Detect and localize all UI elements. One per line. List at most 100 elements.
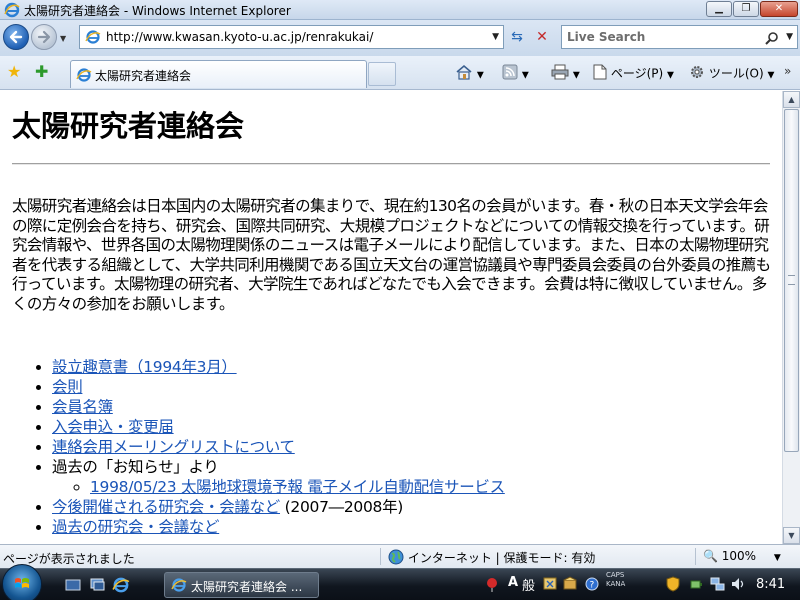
- feeds-dropdown-icon[interactable]: ▼: [522, 71, 529, 81]
- grip-icon: [788, 275, 795, 285]
- home-button[interactable]: ▼: [455, 64, 484, 84]
- list-item: 連絡会用メーリングリストについて: [52, 437, 772, 457]
- zoom-icon: 🔍: [703, 549, 718, 563]
- back-button[interactable]: [3, 24, 29, 50]
- stop-icon: ✕: [536, 29, 548, 45]
- switch-windows-icon[interactable]: [88, 576, 106, 594]
- tools-dropdown-icon: ▼: [767, 70, 775, 81]
- ime-tools-icon[interactable]: [562, 575, 578, 593]
- taskbar-window-button[interactable]: 太陽研究者連絡会 ...: [164, 572, 319, 598]
- list-item: 設立趣意書（1994年3月）: [52, 357, 772, 377]
- shield-icon[interactable]: [665, 575, 681, 593]
- tools-menu[interactable]: ツール(O) ▼: [689, 64, 774, 84]
- page-content: 太陽研究者連絡会 太陽研究者連絡会は日本国内の太陽研究者の集まりで、現在約130…: [0, 91, 782, 544]
- gear-icon: [689, 64, 705, 84]
- refresh-button[interactable]: ⇆: [506, 26, 528, 48]
- network-icon[interactable]: [710, 575, 726, 593]
- link-mailing-list[interactable]: 連絡会用メーリングリストについて: [52, 438, 295, 456]
- zone-text: インターネット | 保護モード: 有効: [407, 551, 596, 565]
- tab-label: 太陽研究者連絡会: [95, 69, 192, 83]
- home-icon: [455, 64, 473, 84]
- taskbar: 太陽研究者連絡会 ... A 般 ? CAPS KANA 8:41: [0, 564, 800, 600]
- window-title: 太陽研究者連絡会 - Windows Internet Explorer: [24, 4, 291, 18]
- page-title: 太陽研究者連絡会: [12, 109, 245, 143]
- scroll-up-button[interactable]: ▲: [783, 91, 800, 108]
- history-dropdown-icon[interactable]: ▼: [60, 34, 66, 43]
- tab-current[interactable]: 太陽研究者連絡会: [70, 60, 367, 88]
- link-rules[interactable]: 会則: [52, 378, 83, 396]
- ime-pad-icon[interactable]: [542, 575, 558, 593]
- language-bar-icon[interactable]: [484, 575, 500, 593]
- rss-icon: [502, 64, 518, 84]
- star-icon[interactable]: ★: [7, 64, 21, 80]
- zoom-control[interactable]: 🔍 100% ▼: [703, 549, 781, 563]
- clock[interactable]: 8:41: [756, 577, 785, 592]
- close-button[interactable]: ✕: [760, 1, 798, 17]
- new-tab-button[interactable]: [368, 62, 396, 86]
- address-bar[interactable]: http://www.kwasan.kyoto-u.ac.jp/renrakuk…: [79, 25, 504, 49]
- url-text: http://www.kwasan.kyoto-u.ac.jp/renrakuk…: [106, 30, 374, 44]
- divider: [12, 163, 770, 165]
- page-menu[interactable]: ページ(P) ▼: [593, 64, 674, 84]
- add-favorite-icon[interactable]: ✚: [35, 64, 48, 80]
- vertical-scrollbar[interactable]: ▲ ▼: [782, 91, 800, 544]
- link-past-meetings[interactable]: 過去の研究会・会議など: [52, 518, 220, 536]
- ie-logo-icon: [4, 2, 20, 18]
- link-prospectus[interactable]: 設立趣意書（1994年3月）: [52, 358, 237, 376]
- windows-logo-icon: [14, 576, 30, 592]
- page-menu-label: ページ(P): [610, 66, 664, 81]
- link-list: 設立趣意書（1994年3月） 会則 会員名簿 入会申込・変更届 連絡会用メーリン…: [12, 357, 772, 537]
- title-bar: 太陽研究者連絡会 - Windows Internet Explorer ▁ ❐…: [0, 0, 800, 20]
- refresh-icon: ⇆: [511, 29, 523, 45]
- ie-tab-icon: [76, 67, 92, 87]
- list-item: 会員名簿: [52, 397, 772, 417]
- zoom-dropdown-icon: ▼: [773, 553, 781, 563]
- link-member-list[interactable]: 会員名簿: [52, 398, 113, 416]
- sub-list: 1998/05/23 太陽地球環境予報 電子メイル自動配信サービス: [52, 477, 772, 497]
- search-icon[interactable]: [765, 30, 779, 49]
- ie-quicklaunch-icon[interactable]: [112, 576, 130, 594]
- address-dropdown-icon[interactable]: ▼: [492, 32, 499, 42]
- status-separator: [380, 548, 381, 565]
- list-item: 1998/05/23 太陽地球環境予報 電子メイル自動配信サービス: [90, 477, 772, 497]
- ie-taskbar-icon: [171, 577, 187, 597]
- page-dropdown-icon: ▼: [667, 70, 674, 81]
- stop-button[interactable]: ✕: [531, 26, 553, 48]
- print-button[interactable]: ▼: [551, 64, 580, 84]
- list-item: 今後開催される研究会・会議など (2007―2008年): [52, 497, 772, 517]
- upcoming-years: (2007―2008年): [284, 498, 404, 516]
- link-membership-form[interactable]: 入会申込・変更届: [52, 418, 174, 436]
- scroll-thumb[interactable]: [784, 109, 799, 452]
- news-label: 過去の「お知らせ」より: [52, 458, 219, 476]
- tools-menu-label: ツール(O): [708, 66, 764, 81]
- security-zone[interactable]: インターネット | 保護モード: 有効: [388, 549, 595, 568]
- scroll-down-button[interactable]: ▼: [783, 527, 800, 544]
- page-icon: [593, 64, 607, 84]
- volume-icon[interactable]: [730, 575, 746, 593]
- ime-conversion-mode[interactable]: 般: [522, 575, 535, 594]
- print-dropdown-icon[interactable]: ▼: [573, 71, 580, 81]
- search-dropdown-icon[interactable]: ▼: [786, 32, 793, 42]
- link-upcoming-meetings[interactable]: 今後開催される研究会・会議など: [52, 498, 280, 516]
- search-input[interactable]: Live Search ▼: [561, 25, 798, 49]
- svg-text:?: ?: [590, 581, 595, 591]
- forward-button[interactable]: [31, 24, 57, 50]
- feeds-button[interactable]: ▼: [502, 64, 529, 84]
- caps-kana-indicator: CAPS KANA: [606, 571, 625, 589]
- power-icon[interactable]: [688, 575, 704, 593]
- start-button[interactable]: [2, 564, 42, 600]
- list-item: 過去の研究会・会議など: [52, 517, 772, 537]
- address-row: ▼ http://www.kwasan.kyoto-u.ac.jp/renrak…: [0, 20, 800, 56]
- show-desktop-icon[interactable]: [64, 576, 82, 594]
- home-dropdown-icon[interactable]: ▼: [477, 71, 484, 81]
- more-commands-button[interactable]: »: [784, 63, 791, 79]
- tab-command-row: ★ ✚ 太陽研究者連絡会 ▼ ▼ ▼ ページ(P) ▼ ツール(O) ▼ »: [0, 56, 800, 90]
- help-icon[interactable]: ?: [584, 575, 600, 593]
- link-forecast-service[interactable]: 1998/05/23 太陽地球環境予報 電子メイル自動配信サービス: [90, 478, 505, 496]
- caps-label: CAPS: [606, 571, 625, 579]
- minimize-button[interactable]: ▁: [706, 1, 732, 17]
- search-placeholder: Live Search: [567, 30, 646, 44]
- maximize-button[interactable]: ❐: [733, 1, 759, 17]
- ime-input-mode[interactable]: A: [508, 575, 518, 590]
- printer-icon: [551, 64, 569, 84]
